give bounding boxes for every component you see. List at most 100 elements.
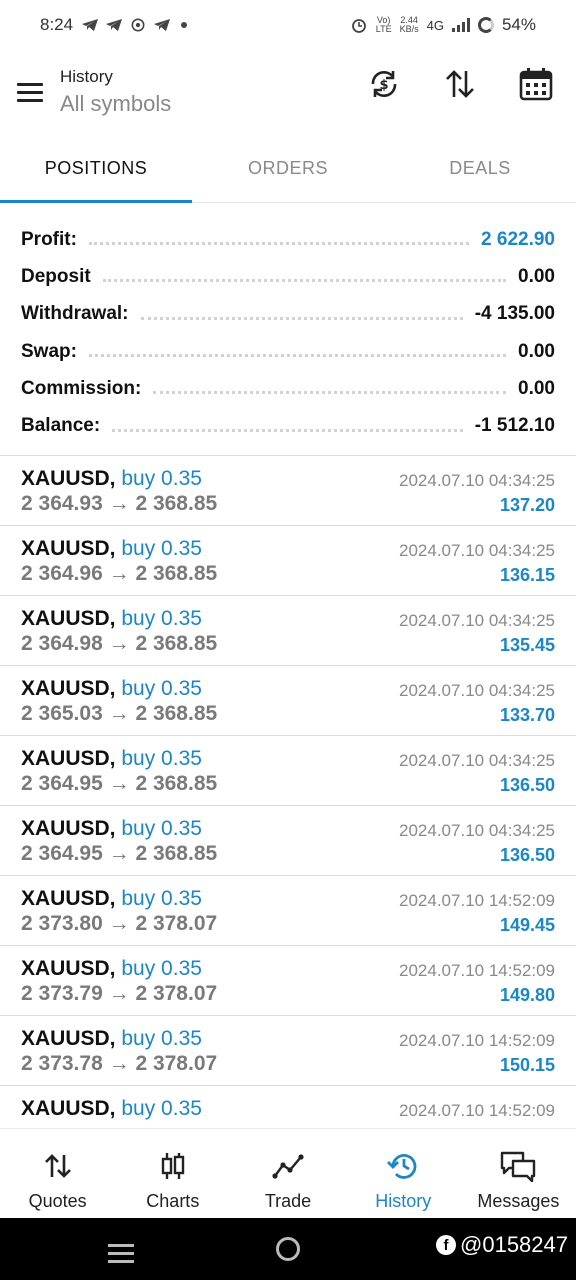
position-side: buy 0.35 bbox=[121, 816, 202, 840]
position-profit: 149.45 bbox=[499, 914, 555, 935]
position-profit: 135.45 bbox=[499, 634, 555, 655]
position-profit: 133.70 bbox=[499, 704, 555, 725]
position-time: 2024.07.10 04:34:25 bbox=[399, 610, 555, 630]
close-price: 2 378.07 bbox=[135, 981, 218, 1005]
open-price: 2 364.95 bbox=[21, 771, 103, 795]
position-time: 2024.07.10 04:34:25 bbox=[399, 540, 555, 560]
sort-icon bbox=[446, 70, 474, 98]
tab-deals[interactable]: DEALS bbox=[384, 134, 576, 202]
position-symbol: XAUUSD, bbox=[21, 466, 116, 490]
positions-list[interactable]: XAUUSD, buy 0.35 2 364.93 → 2 368.85 202… bbox=[0, 456, 576, 1131]
position-side: buy 0.35 bbox=[121, 676, 202, 700]
close-price: 2 368.85 bbox=[135, 491, 218, 515]
sort-button[interactable] bbox=[440, 64, 480, 104]
summary-row-deposit: Deposit 0.00 bbox=[21, 258, 555, 295]
position-time: 2024.07.10 04:34:25 bbox=[399, 470, 555, 490]
position-profit: 136.50 bbox=[499, 774, 555, 795]
arrow-icon: → bbox=[108, 561, 130, 585]
position-time: 2024.07.10 14:52:09 bbox=[399, 890, 555, 910]
open-price: 2 364.98 bbox=[21, 631, 103, 655]
position-symbol: XAUUSD, bbox=[21, 886, 116, 910]
app-header: History All symbols $ bbox=[0, 50, 576, 134]
position-time: 2024.07.10 14:52:09 bbox=[399, 1100, 555, 1120]
charts-icon bbox=[160, 1149, 186, 1183]
arrow-icon: → bbox=[108, 911, 130, 935]
page-title: History bbox=[60, 67, 113, 86]
bottom-navigation: Quotes Charts Trade History Messages bbox=[0, 1128, 576, 1219]
network-type: 4G bbox=[426, 17, 444, 33]
position-symbol: XAUUSD, bbox=[21, 956, 116, 980]
arrow-icon: → bbox=[108, 981, 130, 1005]
nav-label: History bbox=[375, 1191, 432, 1211]
telegram-icon bbox=[106, 19, 123, 31]
status-right: Vo) LTE 2.44 KB/s 4G 54% bbox=[350, 15, 536, 35]
position-symbol: XAUUSD, bbox=[21, 1096, 116, 1120]
header-actions: $ bbox=[364, 64, 556, 104]
position-time: 2024.07.10 14:52:09 bbox=[399, 1030, 555, 1050]
messages-icon bbox=[499, 1149, 537, 1183]
position-symbol: XAUUSD, bbox=[21, 676, 116, 700]
alarm-icon bbox=[351, 19, 366, 33]
tab-positions[interactable]: POSITIONS bbox=[0, 134, 192, 202]
position-row[interactable]: XAUUSD, buy 0.35 2024.07.10 14:52:09 bbox=[0, 1086, 576, 1131]
history-icon bbox=[387, 1149, 419, 1183]
dot-leader bbox=[140, 316, 463, 320]
position-side: buy 0.35 bbox=[121, 536, 202, 560]
position-time: 2024.07.10 04:34:25 bbox=[399, 820, 555, 840]
status-bar: 8:24 Vo) LTE 2.44 KB/s 4G 54% bbox=[0, 0, 576, 50]
position-side: buy 0.35 bbox=[121, 956, 202, 980]
nav-quotes[interactable]: Quotes bbox=[0, 1129, 115, 1219]
hamburger-icon bbox=[17, 78, 43, 107]
summary-value: 0.00 bbox=[518, 340, 555, 362]
nav-charts[interactable]: Charts bbox=[115, 1129, 230, 1219]
system-navigation-bar: f @0158247 bbox=[0, 1218, 576, 1280]
dot-leader bbox=[112, 428, 463, 432]
nav-trade[interactable]: Trade bbox=[230, 1129, 345, 1219]
position-row[interactable]: XAUUSD, buy 0.35 2 364.96 → 2 368.85 202… bbox=[0, 526, 576, 596]
summary-panel: Profit: 2 622.90 Deposit 0.00 Withdrawal… bbox=[0, 203, 576, 456]
position-row[interactable]: XAUUSD, buy 0.35 2 373.78 → 2 378.07 202… bbox=[0, 1016, 576, 1086]
position-row[interactable]: XAUUSD, buy 0.35 2 364.98 → 2 368.85 202… bbox=[0, 596, 576, 666]
close-price: 2 368.85 bbox=[135, 701, 218, 725]
currency-exchange-button[interactable]: $ bbox=[364, 64, 404, 104]
signal-icon bbox=[451, 18, 470, 32]
open-price: 2 364.95 bbox=[21, 841, 103, 865]
more-notifications-dot bbox=[181, 22, 188, 28]
nav-label: Trade bbox=[264, 1191, 312, 1211]
calendar-icon bbox=[519, 68, 553, 101]
position-row[interactable]: XAUUSD, buy 0.35 2 364.93 → 2 368.85 202… bbox=[0, 456, 576, 526]
menu-button[interactable] bbox=[0, 50, 60, 134]
position-row[interactable]: XAUUSD, buy 0.35 2 373.80 → 2 378.07 202… bbox=[0, 876, 576, 946]
nav-label: Quotes bbox=[28, 1191, 87, 1211]
recent-apps-button[interactable] bbox=[108, 1239, 134, 1268]
position-row[interactable]: XAUUSD, buy 0.35 2 365.03 → 2 368.85 202… bbox=[0, 666, 576, 736]
summary-label: Swap: bbox=[21, 340, 77, 362]
position-row[interactable]: XAUUSD, buy 0.35 2 364.95 → 2 368.85 202… bbox=[0, 806, 576, 876]
summary-row-profit: Profit: 2 622.90 bbox=[21, 221, 555, 258]
position-side: buy 0.35 bbox=[121, 746, 202, 770]
arrow-icon: → bbox=[108, 841, 130, 865]
position-row[interactable]: XAUUSD, buy 0.35 2 373.79 → 2 378.07 202… bbox=[0, 946, 576, 1016]
summary-label: Profit: bbox=[21, 228, 77, 250]
trade-icon bbox=[272, 1149, 304, 1183]
position-symbol: XAUUSD, bbox=[21, 1026, 116, 1050]
position-time: 2024.07.10 14:52:09 bbox=[399, 960, 555, 980]
nav-label: Charts bbox=[146, 1191, 200, 1211]
position-symbol: XAUUSD, bbox=[21, 536, 116, 560]
nav-messages[interactable]: Messages bbox=[461, 1129, 576, 1219]
telegram-icon bbox=[154, 19, 171, 31]
close-price: 2 368.85 bbox=[135, 841, 218, 865]
telegram-icon bbox=[82, 19, 99, 31]
position-row[interactable]: XAUUSD, buy 0.35 2 364.95 → 2 368.85 202… bbox=[0, 736, 576, 806]
symbol-filter[interactable]: All symbols bbox=[60, 91, 171, 117]
close-price: 2 368.85 bbox=[135, 561, 218, 585]
summary-label: Balance: bbox=[21, 415, 101, 437]
position-profit: 136.15 bbox=[499, 564, 555, 585]
calendar-button[interactable] bbox=[516, 64, 556, 104]
home-button[interactable] bbox=[276, 1237, 300, 1261]
close-price: 2 378.07 bbox=[135, 1051, 218, 1075]
nav-label: Messages bbox=[477, 1191, 560, 1211]
summary-value: 0.00 bbox=[518, 377, 555, 399]
nav-history[interactable]: History bbox=[346, 1129, 461, 1219]
tab-orders[interactable]: ORDERS bbox=[192, 134, 384, 202]
